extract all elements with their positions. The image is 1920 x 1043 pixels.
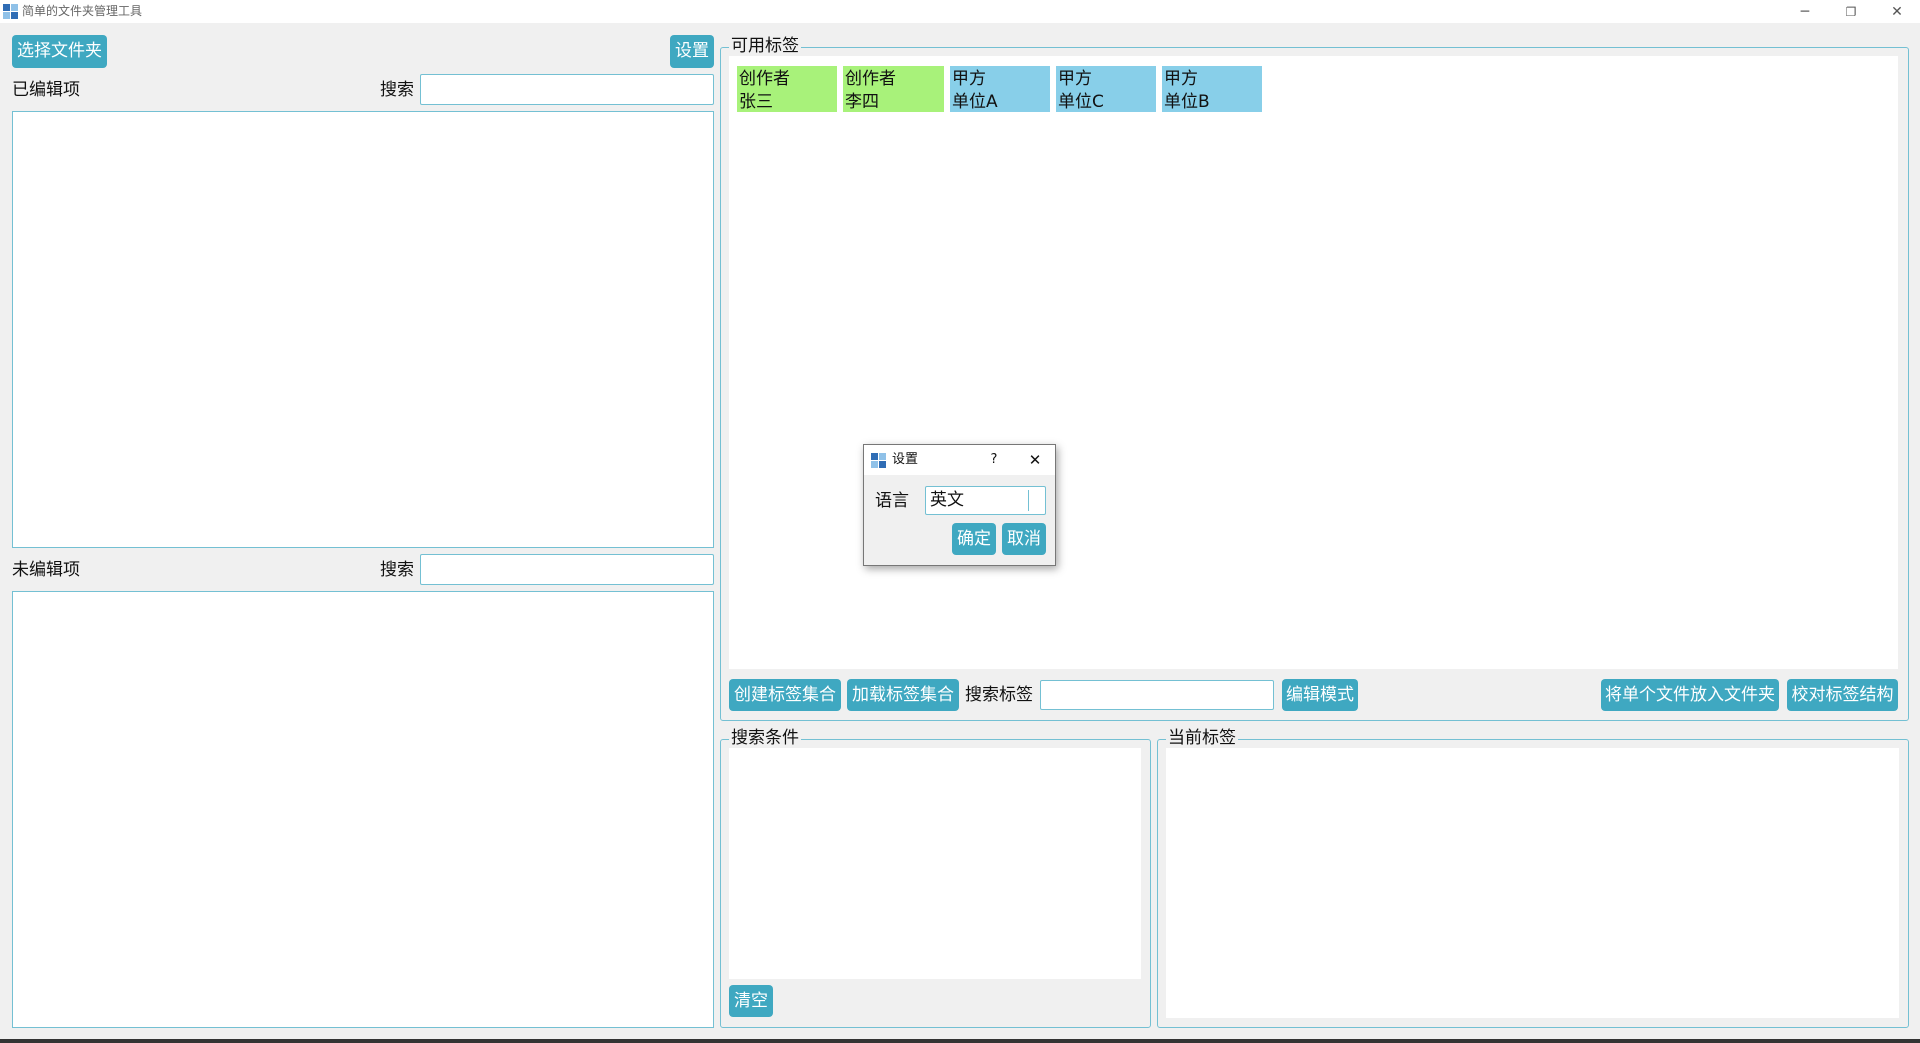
edited-items-label: 已编辑项 [12,80,80,100]
language-label: 语言 [875,491,909,511]
available-tags-title: 可用标签 [729,36,801,56]
window-titlebar: 简单的文件夹管理工具 ─ ❐ ✕ [0,0,1920,23]
cancel-button[interactable]: 取消 [1002,523,1046,555]
tag-item[interactable]: 甲方 单位C [1056,66,1156,112]
tag-item[interactable]: 甲方 单位A [950,66,1050,112]
unedited-search-input[interactable] [420,554,714,585]
dialog-title: 设置 [892,452,919,467]
dialog-titlebar: 设置 ? ✕ [864,445,1055,475]
restore-icon[interactable]: ❐ [1828,0,1874,23]
clear-button[interactable]: 清空 [729,985,773,1017]
ok-button[interactable]: 确定 [952,523,996,555]
edited-search-input[interactable] [420,74,714,105]
tag-line2: 李四 [845,92,879,112]
tag-line2: 单位C [1058,92,1104,112]
app-icon [871,453,886,468]
settings-button[interactable]: 设置 [670,35,714,68]
close-icon[interactable]: ✕ [1024,451,1046,469]
verify-tag-structure-button[interactable]: 校对标签结构 [1787,679,1898,711]
unedited-items-list[interactable] [12,591,714,1028]
taskbar-edge [0,1039,1920,1043]
app-icon [3,4,18,19]
search-conditions-area[interactable] [729,748,1141,979]
create-tag-set-button[interactable]: 创建标签集合 [729,679,841,711]
current-tags-area[interactable] [1166,748,1899,1018]
close-icon[interactable]: ✕ [1874,0,1920,23]
tag-line1: 甲方 [1164,69,1198,89]
minimize-icon[interactable]: ─ [1782,0,1828,23]
load-tag-set-button[interactable]: 加载标签集合 [847,679,959,711]
language-select-value: 英文 [930,490,964,510]
tag-line1: 甲方 [1058,69,1092,89]
current-tags-title: 当前标签 [1166,728,1238,748]
select-folder-button[interactable]: 选择文件夹 [12,35,107,68]
search-tags-input[interactable] [1040,680,1274,710]
tag-line2: 张三 [739,92,773,112]
tag-item[interactable]: 创作者 李四 [843,66,944,112]
tag-line1: 创作者 [845,69,896,89]
help-icon[interactable]: ? [984,451,1004,469]
search-conditions-title: 搜索条件 [729,728,801,748]
search-tags-label: 搜索标签 [965,685,1033,705]
unedited-items-label: 未编辑项 [12,560,80,580]
tag-item[interactable]: 创作者 张三 [737,66,837,112]
tags-area: 创作者 张三 创作者 李四 甲方 单位A 甲方 单位C 甲方 单位B [729,56,1898,669]
window-title: 简单的文件夹管理工具 [22,4,143,18]
select-divider [1028,490,1029,511]
edited-search-label: 搜索 [380,80,414,100]
unedited-search-label: 搜索 [380,560,414,580]
tag-line2: 单位A [952,92,998,112]
put-single-file-button[interactable]: 将单个文件放入文件夹 [1601,679,1779,711]
edited-items-list[interactable] [12,111,714,548]
tag-line1: 创作者 [739,69,790,89]
tag-item[interactable]: 甲方 单位B [1162,66,1262,112]
tag-line2: 单位B [1164,92,1210,112]
tag-line1: 甲方 [952,69,986,89]
settings-dialog: 设置 ? ✕ 语言 英文 确定 取消 [863,444,1056,566]
edit-mode-button[interactable]: 编辑模式 [1282,679,1358,711]
language-select[interactable]: 英文 [925,486,1046,515]
